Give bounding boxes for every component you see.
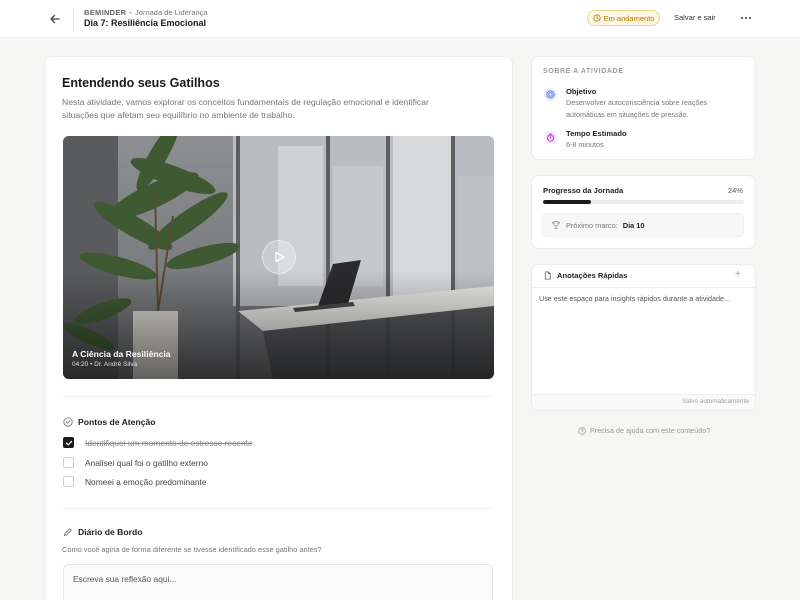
help-link-label: Precisa de ajuda com este conteúdo? xyxy=(590,426,711,435)
quick-notes-title: Anotações Rápidas xyxy=(543,271,627,280)
milestone-label: Próximo marco: xyxy=(566,220,618,230)
quick-notes-textarea[interactable] xyxy=(539,294,749,390)
next-milestone: Próximo marco: Dia 10 xyxy=(542,213,744,237)
arrow-left-icon xyxy=(50,14,60,24)
help-circle-icon xyxy=(578,426,586,435)
checkbox-checked[interactable] xyxy=(63,437,74,448)
trophy-icon xyxy=(552,221,560,229)
diary-heading: Diário de Bordo xyxy=(63,527,142,537)
header-divider xyxy=(73,8,74,30)
check-icon xyxy=(65,440,72,445)
attention-heading-label: Pontos de Atenção xyxy=(78,417,156,427)
progress-bar-fill xyxy=(543,200,592,204)
autosave-status: Salvo automaticamente xyxy=(682,398,749,405)
video-meta: 04:20 • Dr. André Silva xyxy=(72,361,138,368)
check-circle-icon xyxy=(63,417,73,427)
checklist-item[interactable]: Analisei qual foi o gatilho externo xyxy=(63,457,208,468)
objective-icon-wrap xyxy=(544,88,557,101)
diary-heading-label: Diário de Bordo xyxy=(78,527,143,537)
attention-heading: Pontos de Atenção xyxy=(63,417,156,427)
play-button[interactable] xyxy=(262,240,296,274)
back-button[interactable] xyxy=(47,11,63,27)
checklist-item-label: Analisei qual foi o gatilho externo xyxy=(85,457,208,468)
time-icon-wrap xyxy=(544,131,557,144)
status-badge: Em andamento xyxy=(587,10,660,26)
objective-text: Desenvolver autoconsciência sobre reaçõe… xyxy=(566,98,708,119)
checklist-item-label: Identifiquei um momento de estresse rece… xyxy=(85,437,253,448)
video-title: A Ciência da Resiliência xyxy=(72,349,171,359)
play-icon xyxy=(275,251,285,263)
time-text: 6-8 minutos xyxy=(566,140,604,149)
divider xyxy=(63,508,493,509)
progress-bar xyxy=(543,200,744,204)
checkbox[interactable] xyxy=(63,476,74,487)
about-activity-label: SOBRE A ATIVIDADE xyxy=(543,68,624,75)
timer-icon xyxy=(546,133,555,142)
checkbox[interactable] xyxy=(63,457,74,468)
status-badge-label: Em andamento xyxy=(603,13,655,23)
reflection-textarea[interactable] xyxy=(63,564,493,600)
breadcrumb-brand[interactable]: BEMINDER xyxy=(84,8,126,17)
section-title: Entendendo seus Gatilhos xyxy=(62,76,220,90)
progress-percent: 24% xyxy=(728,186,743,195)
section-description: Nesta atividade, vamos explorar os conce… xyxy=(62,97,429,120)
time-title: Tempo Estimado xyxy=(566,129,627,138)
page-title: Dia 7: Resiliência Emocional xyxy=(84,18,207,28)
breadcrumb-separator: • xyxy=(129,8,133,17)
more-horizontal-icon xyxy=(740,16,752,20)
checklist-item-label: Nomeei a emoção predominante xyxy=(85,476,207,487)
breadcrumb: BEMINDER • Jornada de Liderança xyxy=(84,8,208,17)
clock-icon xyxy=(592,14,601,22)
target-icon xyxy=(546,90,555,99)
checklist-item[interactable]: Nomeei a emoção predominante xyxy=(63,476,207,487)
save-exit-button[interactable]: Salvar e sair xyxy=(674,13,716,22)
quick-notes-title-label: Anotações Rápidas xyxy=(557,271,628,280)
progress-label: Progresso da Jornada xyxy=(543,186,624,195)
pencil-icon xyxy=(64,528,72,536)
checklist-item[interactable]: Identifiquei um momento de estresse rece… xyxy=(63,437,253,448)
more-options-button[interactable] xyxy=(739,12,753,24)
top-bar: BEMINDER • Jornada de Liderança Dia 7: Res… xyxy=(0,0,800,38)
divider xyxy=(63,396,493,397)
document-icon xyxy=(544,271,551,280)
objective-title: Objetivo xyxy=(566,87,597,96)
help-link[interactable]: Precisa de ajuda com este conteúdo? xyxy=(578,426,710,435)
add-note-button[interactable]: + xyxy=(735,270,741,280)
breadcrumb-section[interactable]: Jornada de Liderança xyxy=(135,8,208,17)
diary-question: Como você agiria de forma diferente se t… xyxy=(62,545,322,554)
milestone-value: Dia 10 xyxy=(622,220,645,230)
